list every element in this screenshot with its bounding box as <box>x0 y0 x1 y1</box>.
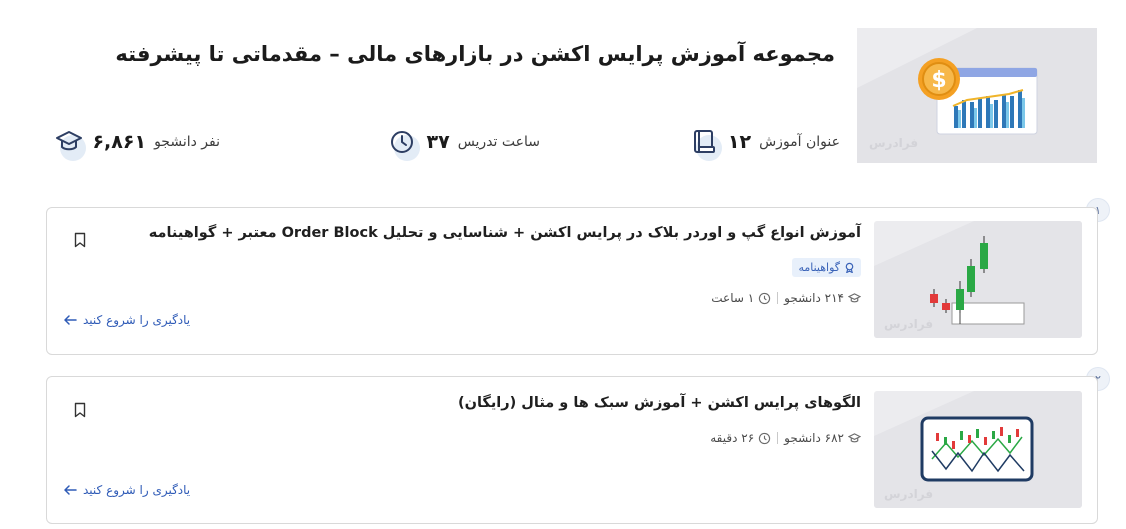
bookmark-icon <box>74 402 86 418</box>
book-icon <box>690 127 722 161</box>
course-meta: ۶۸۲ دانشجو ۲۶ دقیقه <box>710 431 861 445</box>
arrow-left-icon <box>64 485 77 495</box>
course-thumbnail: فرادرس <box>874 221 1082 338</box>
watermark: فرادرس <box>869 136 919 150</box>
page-title: مجموعه آموزش پرایس اکشن در بازارهای مالی… <box>115 42 835 66</box>
certificate-badge: گواهینامه <box>792 258 861 277</box>
bookmark-button[interactable] <box>73 402 87 422</box>
stat-lessons: ۱۲ عنوان آموزش <box>690 127 840 161</box>
medal-icon <box>845 262 854 273</box>
stat-hours: ۳۷ ساعت تدریس <box>388 127 540 161</box>
svg-text:$: $ <box>931 68 946 93</box>
start-learning-label: یادگیری را شروع کنید <box>83 483 191 497</box>
course-title[interactable]: الگوهای پرایس اکشن + آموزش سبک ها و مثال… <box>458 395 861 411</box>
graduation-cap-icon <box>848 292 861 302</box>
course-duration: ۱ ساعت <box>711 291 755 305</box>
collection-cover-image: $ فرادرس <box>857 28 1097 163</box>
watermark: فرادرس <box>884 317 934 331</box>
course-card[interactable]: فرادرس الگوهای پرایس اکشن + آموزش سبک ها… <box>46 376 1098 524</box>
bookmark-icon <box>74 232 86 248</box>
stat-number: ۳۷ <box>426 131 450 153</box>
watermark: فرادرس <box>884 487 934 501</box>
course-duration: ۲۶ دقیقه <box>710 431 755 445</box>
start-learning-link[interactable]: یادگیری را شروع کنید <box>63 313 190 327</box>
arrow-left-icon <box>64 315 77 325</box>
start-learning-link[interactable]: یادگیری را شروع کنید <box>63 483 190 497</box>
stat-label: نفر دانشجو <box>154 134 220 150</box>
course-thumbnail: فرادرس <box>874 391 1082 508</box>
stat-label: عنوان آموزش <box>759 134 840 150</box>
clock-icon <box>388 127 421 161</box>
graduation-cap-icon <box>54 127 87 161</box>
start-learning-label: یادگیری را شروع کنید <box>83 313 191 327</box>
stat-label: ساعت تدریس <box>457 134 540 150</box>
course-title[interactable]: آموزش انواع گپ و اوردر بلاک در پرایس اکش… <box>149 225 861 241</box>
stat-number: ۱۲ <box>727 131 752 153</box>
course-meta: ۲۱۴ دانشجو ۱ ساعت <box>711 291 861 305</box>
stat-students: ۶,۸۶۱ نفر دانشجو <box>54 127 220 161</box>
clock-icon <box>759 432 771 444</box>
certificate-label: گواهینامه <box>798 261 840 274</box>
course-card[interactable]: فرادرس آموزش انواع گپ و اوردر بلاک در پر… <box>46 207 1098 355</box>
graduation-cap-icon <box>848 432 861 442</box>
course-students: ۶۸۲ دانشجو <box>784 431 844 445</box>
course-students: ۲۱۴ دانشجو <box>784 291 844 305</box>
clock-icon <box>759 292 771 304</box>
bookmark-button[interactable] <box>73 232 87 252</box>
stat-number: ۶,۸۶۱ <box>92 131 147 153</box>
